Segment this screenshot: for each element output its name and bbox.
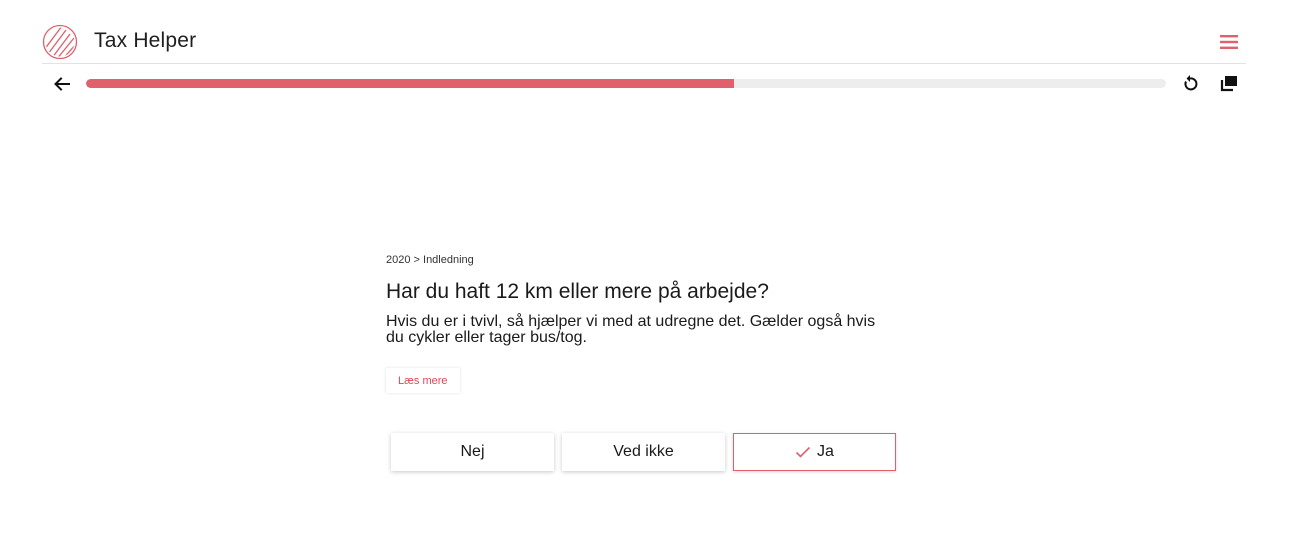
progress-row [42,70,1246,98]
app-header: Tax Helper [42,22,1246,64]
checkmark-icon [795,446,811,458]
question-description: Hvis du er i tvivl, så hjælper vi med at… [386,313,876,346]
answer-no-button[interactable]: Nej [391,433,554,471]
breadcrumb: 2020 > Indledning [386,254,474,266]
restart-icon[interactable] [1180,74,1200,94]
question-title: Har du haft 12 km eller mere på arbejde? [386,280,769,303]
arrow-left-icon[interactable] [52,74,72,94]
hamburger-icon[interactable] [1218,32,1240,52]
progress-bar [86,79,1166,88]
answer-options: Nej Ved ikke Ja [391,433,897,471]
app-title: Tax Helper [94,29,197,52]
question-panel: 2020 > Indledning Har du haft 12 km elle… [386,254,906,393]
answer-dont-know-button[interactable]: Ved ikke [562,433,725,471]
answer-label: Ved ikke [613,443,674,460]
answer-label: Nej [460,443,485,460]
progress-fill [86,79,734,88]
read-more-button[interactable]: Læs mere [386,368,460,393]
logo-icon[interactable] [42,24,78,60]
answer-yes-button[interactable]: Ja [733,433,896,471]
answer-label: Ja [817,443,834,460]
copy-stack-icon[interactable] [1218,74,1240,94]
